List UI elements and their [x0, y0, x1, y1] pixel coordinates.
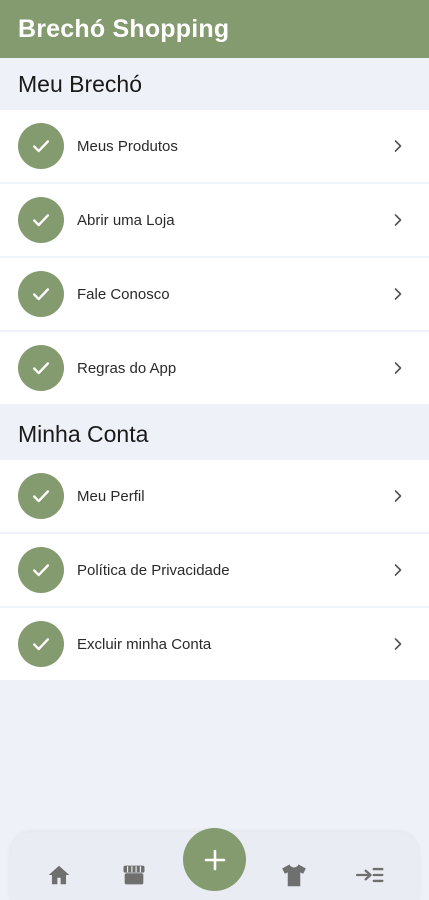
nav-clothes-button[interactable] — [279, 860, 309, 890]
chevron-right-icon — [394, 490, 402, 502]
nav-store-button[interactable] — [119, 860, 149, 890]
menu-item-label: Meu Perfil — [77, 487, 145, 505]
check-icon — [18, 547, 64, 593]
menu-item-label: Excluir minha Conta — [77, 635, 212, 653]
menu-item-excluir-conta[interactable]: Excluir minha Conta — [0, 608, 429, 680]
check-icon — [18, 621, 64, 667]
minha-conta-list: Meu Perfil Política de Privacidade Exclu… — [0, 460, 429, 682]
nav-logout-button[interactable] — [355, 860, 385, 890]
menu-item-label: Abrir uma Loja — [77, 211, 175, 229]
menu-item-fale-conosco[interactable]: Fale Conosco — [0, 258, 429, 330]
check-icon — [18, 271, 64, 317]
check-icon — [18, 345, 64, 391]
store-icon — [123, 865, 145, 885]
meu-brecho-list: Meus Produtos Abrir uma Loja Fale Conosc… — [0, 110, 429, 406]
menu-item-label: Meus Produtos — [77, 137, 178, 155]
menu-item-label: Fale Conosco — [77, 285, 170, 303]
check-icon — [18, 123, 64, 169]
check-icon — [18, 197, 64, 243]
menu-item-meu-perfil[interactable]: Meu Perfil — [0, 460, 429, 532]
shirt-icon — [282, 864, 306, 887]
menu-item-meus-produtos[interactable]: Meus Produtos — [0, 110, 429, 182]
menu-item-regras-app[interactable]: Regras do App — [0, 332, 429, 404]
add-product-button[interactable] — [183, 828, 246, 891]
check-icon — [18, 473, 64, 519]
nav-home-button[interactable] — [44, 860, 74, 890]
menu-item-politica-privacidade[interactable]: Política de Privacidade — [0, 534, 429, 606]
app-title: Brechó Shopping — [18, 14, 230, 43]
chevron-right-icon — [394, 214, 402, 226]
menu-item-label: Regras do App — [77, 359, 177, 377]
app-bar: Brechó Shopping — [0, 0, 429, 58]
chevron-right-icon — [394, 288, 402, 300]
menu-item-abrir-loja[interactable]: Abrir uma Loja — [0, 184, 429, 256]
menu-item-label: Política de Privacidade — [77, 561, 230, 579]
chevron-right-icon — [394, 140, 402, 152]
section-title-meu-brecho: Meu Brechó — [18, 70, 143, 97]
logout-icon — [355, 867, 384, 883]
section-title-minha-conta: Minha Conta — [18, 420, 149, 447]
plus-icon — [204, 849, 225, 870]
bottom-navigation — [10, 828, 419, 900]
chevron-right-icon — [394, 638, 402, 650]
chevron-right-icon — [394, 564, 402, 576]
home-icon — [48, 865, 70, 885]
chevron-right-icon — [394, 362, 402, 374]
